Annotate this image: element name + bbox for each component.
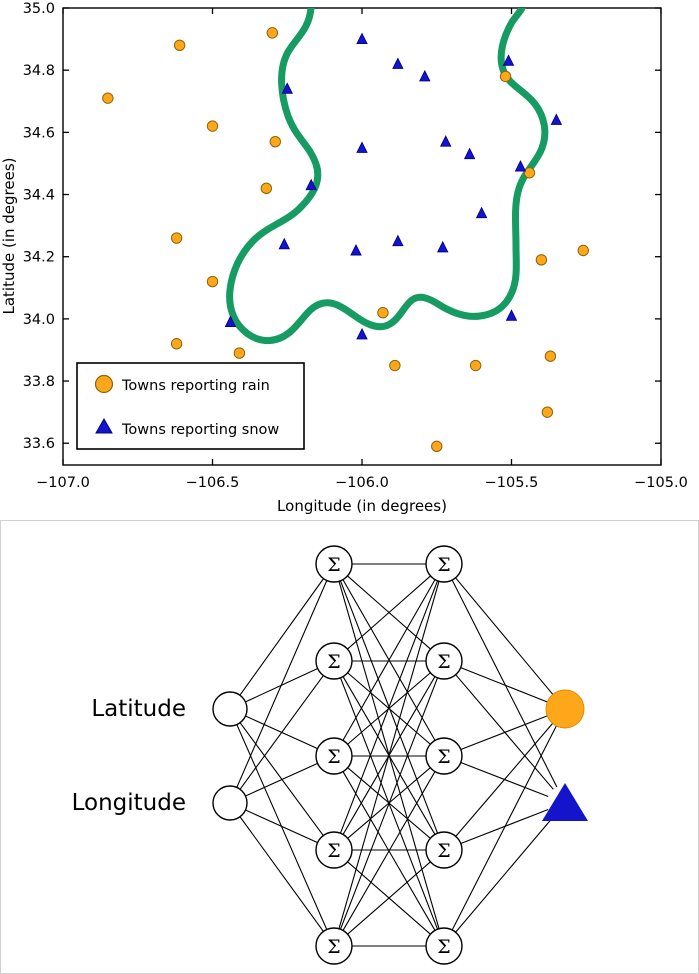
input-label-longitude: Longitude: [72, 790, 186, 816]
legend-rain-label: Towns reporting rain: [121, 378, 270, 394]
input-node-2: [212, 785, 248, 821]
rain-marker: [377, 306, 389, 319]
rain-marker: [269, 135, 281, 148]
sigma-icon: Σ: [327, 936, 340, 958]
rain-marker: [102, 92, 114, 104]
sigma-icon: Σ: [327, 651, 340, 673]
x-tick-label: −107.0: [36, 475, 90, 491]
x-tick-label: −106.0: [335, 475, 389, 491]
legend: Towns reporting rain Towns reporting sno…: [76, 362, 305, 450]
x-tick-label: −105.0: [634, 475, 688, 491]
y-tick-label: 34.8: [23, 63, 55, 79]
output-node-rain-icon: [545, 689, 585, 729]
rain-marker: [389, 359, 401, 372]
rain-marker: [173, 39, 186, 52]
rain-marker: [170, 338, 183, 350]
sigma-icon: Σ: [327, 746, 340, 768]
figure-page: −107.0 −106.5 −106.0 −105.5 −105.0 33.6 33.8 3…: [0, 0, 699, 974]
legend-snow-label: Towns reporting snow: [121, 422, 279, 438]
rain-marker: [541, 406, 554, 418]
x-tick-label: −105.5: [485, 475, 539, 491]
sigma-icon: Σ: [437, 651, 450, 673]
sigma-icon: Σ: [327, 840, 340, 862]
neural-network-svg: Σ Σ Σ Σ Σ Σ Σ Σ Σ Σ Latitude Longitude: [1, 521, 698, 973]
rain-marker: [233, 347, 246, 359]
y-tick-label: 34.6: [23, 125, 55, 141]
sigma-icon: Σ: [437, 746, 450, 768]
rain-marker: [544, 350, 557, 362]
rain-marker: [535, 254, 548, 266]
rain-marker: [206, 275, 219, 288]
y-axis-label: Latitude (in degrees): [0, 157, 18, 314]
rain-marker: [577, 244, 589, 257]
legend-rain-icon: [94, 374, 114, 394]
sigma-icon: Σ: [437, 840, 450, 862]
neural-network-figure: Σ Σ Σ Σ Σ Σ Σ Σ Σ Σ Latitude Longitude: [0, 520, 699, 974]
y-tick-label: 35.0: [23, 1, 55, 17]
sigma-icon: Σ: [437, 936, 450, 958]
rain-marker: [523, 167, 536, 179]
scatter-map-figure: −107.0 −106.5 −106.0 −105.5 −105.0 33.6 33.8 3…: [0, 0, 699, 520]
input-label-latitude: Latitude: [91, 696, 186, 722]
x-axis-label: Longitude (in degrees): [277, 497, 447, 515]
rain-marker: [266, 27, 278, 39]
y-tick-label: 34.0: [23, 312, 55, 328]
sigma-icon: Σ: [327, 554, 340, 576]
y-tick-label: 33.6: [23, 436, 55, 452]
y-tick-label: 34.4: [23, 188, 55, 204]
sigma-icon: Σ: [437, 554, 450, 576]
rain-marker: [206, 120, 219, 132]
y-tick-label: 34.2: [23, 250, 55, 266]
x-tick-label: −106.5: [186, 475, 240, 491]
y-tick-label: 33.8: [23, 374, 55, 390]
rain-marker: [499, 70, 512, 83]
input-node-1: [212, 691, 248, 727]
rain-marker: [469, 359, 482, 372]
scatter-map-svg: −107.0 −106.5 −106.0 −105.5 −105.0 33.6 33.8 3…: [0, 0, 699, 520]
rain-marker: [431, 440, 443, 453]
rain-marker: [170, 232, 183, 244]
rain-marker: [260, 182, 273, 195]
